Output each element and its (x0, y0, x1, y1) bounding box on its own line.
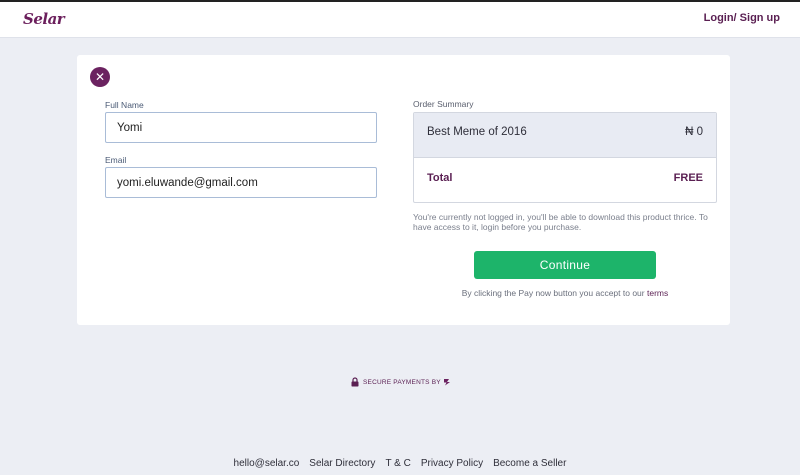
continue-button[interactable]: Continue (474, 251, 656, 279)
selar-logo[interactable]: Selar (23, 10, 65, 28)
total-label: Total (427, 172, 453, 184)
item-name: Best Meme of 2016 (427, 126, 527, 138)
footer-tc-link[interactable]: T & C (385, 458, 410, 475)
footer-privacy-link[interactable]: Privacy Policy (421, 458, 483, 475)
item-price: ₦ 0 (685, 126, 703, 138)
full-name-input[interactable] (105, 112, 377, 143)
email-input[interactable] (105, 167, 377, 198)
email-label: Email (105, 155, 127, 165)
footer-email-link[interactable]: hello@selar.co (234, 458, 300, 475)
login-notice: You're currently not logged in, you'll b… (413, 212, 708, 232)
order-summary-box: Best Meme of 2016 ₦ 0 Total FREE (413, 112, 717, 203)
top-bar: Selar Login/ Sign up (0, 2, 800, 38)
checkout-card: ✕ Full Name Email Order Summary Best Mem… (77, 55, 730, 325)
secure-payments-badge: SECURE PAYMENTS BY (351, 377, 451, 387)
payment-brand-icon (443, 379, 450, 386)
footer-links: hello@selar.co Selar Directory T & C Pri… (0, 458, 800, 475)
footer-directory-link[interactable]: Selar Directory (309, 458, 375, 475)
terms-link[interactable]: terms (647, 288, 668, 298)
secure-payments-label: SECURE PAYMENTS BY (363, 378, 441, 386)
footer-become-seller-link[interactable]: Become a Seller (493, 458, 566, 475)
lock-icon (351, 377, 359, 387)
terms-prefix: By clicking the Pay now button you accep… (461, 288, 645, 298)
full-name-label: Full Name (105, 100, 144, 110)
total-value: FREE (673, 172, 703, 184)
order-summary-label: Order Summary (413, 99, 474, 109)
login-signup-link[interactable]: Login/ Sign up (704, 12, 780, 24)
terms-notice: By clicking the Pay now button you accep… (413, 288, 717, 298)
summary-item-row: Best Meme of 2016 ₦ 0 (414, 113, 716, 158)
close-icon: ✕ (94, 70, 106, 84)
close-button[interactable]: ✕ (90, 67, 110, 87)
